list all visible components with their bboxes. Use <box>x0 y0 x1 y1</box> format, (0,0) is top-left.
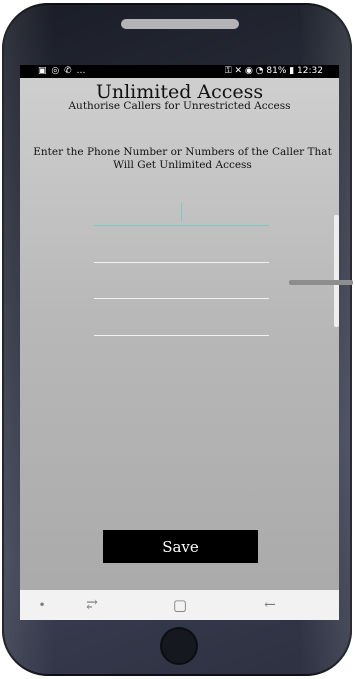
back-icon[interactable]: ← <box>258 590 282 620</box>
navigation-bar: • ⥂ ▢ ← <box>20 590 339 620</box>
recents-icon[interactable]: ⥂ <box>80 590 104 620</box>
page-subtitle: Authorise Callers for Unrestricted Acces… <box>68 100 291 112</box>
status-indicators: ⚿ ✕ ◉ ◔ 81% ▮ 12:32 <box>224 66 323 76</box>
phone-number-field-3[interactable] <box>94 278 269 299</box>
notification-icons: ▣ ◎ ✆ … <box>38 66 87 76</box>
scrollbar[interactable] <box>334 215 339 327</box>
app-screen: ▣ ◎ ✆ … ⚿ ✕ ◉ ◔ 81% ▮ 12:32 Unlimited Ac… <box>20 65 339 620</box>
status-bar: ▣ ◎ ✆ … ⚿ ✕ ◉ ◔ 81% ▮ 12:32 <box>20 65 339 78</box>
save-button[interactable]: Save <box>103 530 258 563</box>
physical-home-button[interactable] <box>162 629 196 663</box>
side-key-indicator <box>289 280 353 285</box>
phone-number-field-4[interactable] <box>94 315 269 336</box>
nav-dot-icon: • <box>38 598 46 612</box>
home-nav-icon[interactable]: ▢ <box>168 590 192 620</box>
phone-number-field-2[interactable] <box>94 242 269 263</box>
instruction-text: Enter the Phone Number or Numbers of the… <box>33 146 332 171</box>
text-cursor <box>181 203 182 221</box>
phone-frame: ▣ ◎ ✆ … ⚿ ✕ ◉ ◔ 81% ▮ 12:32 Unlimited Ac… <box>2 3 352 676</box>
earpiece-speaker <box>121 19 239 29</box>
